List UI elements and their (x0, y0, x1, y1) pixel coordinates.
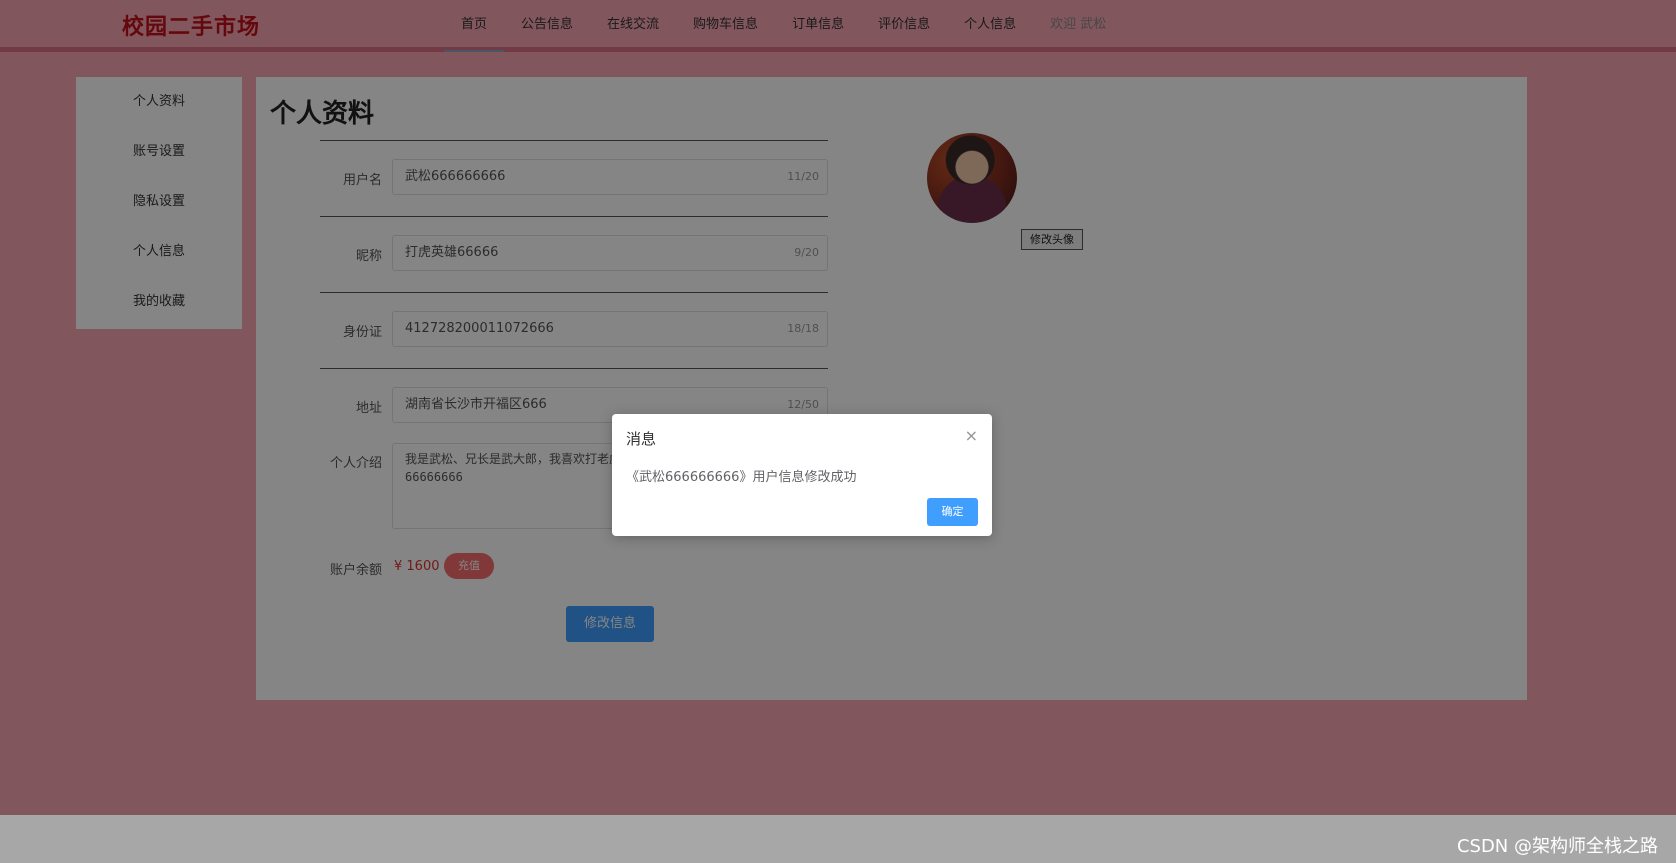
dialog-message: 《武松666666666》用户信息修改成功 (626, 470, 857, 485)
dialog-title: 消息 (626, 430, 657, 448)
close-icon[interactable]: × (965, 426, 978, 445)
footer-bar (0, 815, 1676, 863)
message-dialog: 消息 × 《武松666666666》用户信息修改成功 确定 (612, 414, 992, 536)
watermark: CSDN @架构师全栈之路 (1456, 836, 1658, 857)
confirm-button[interactable]: 确定 (927, 498, 978, 526)
